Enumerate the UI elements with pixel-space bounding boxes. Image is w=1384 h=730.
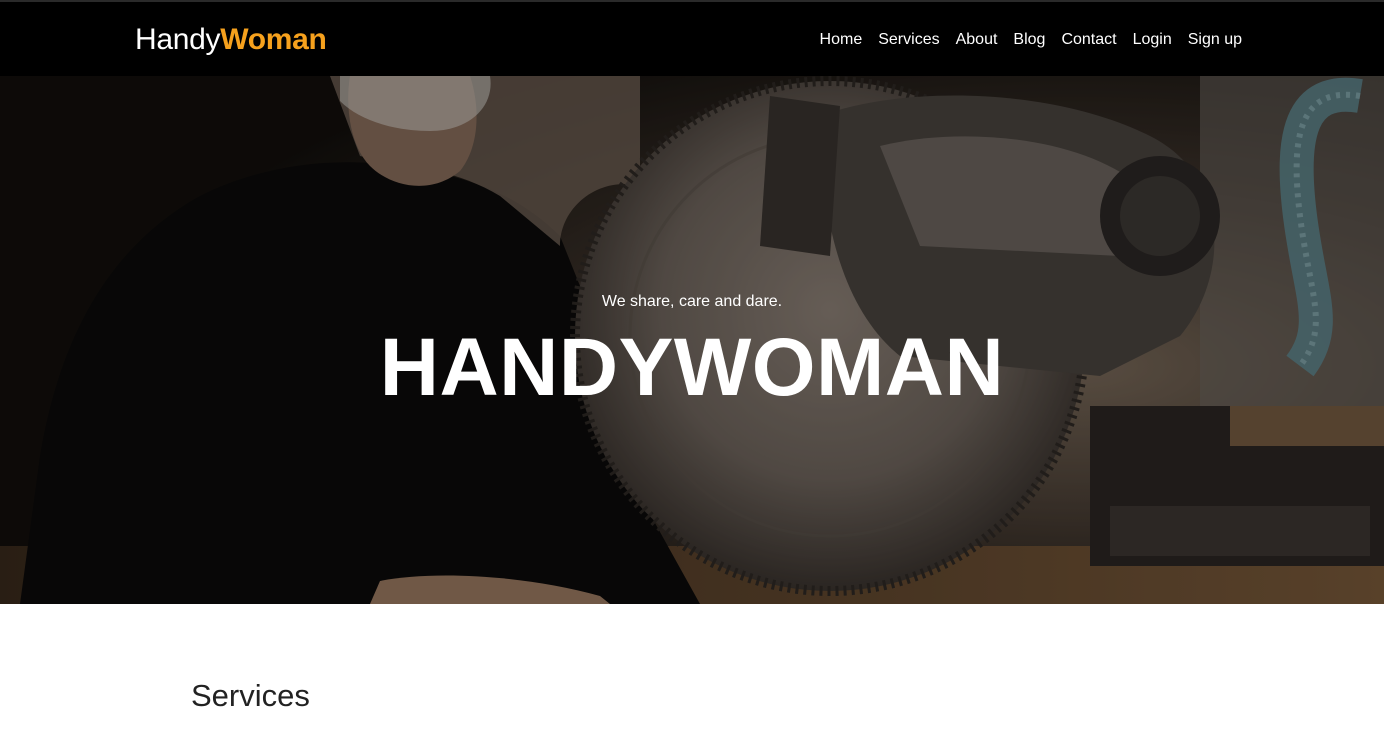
brand-logo-part1: Handy (135, 23, 221, 56)
nav-link-blog[interactable]: Blog (1013, 29, 1045, 51)
hero-title: HANDYWOMAN (379, 322, 1005, 413)
nav-link-home[interactable]: Home (820, 29, 863, 51)
brand-logo[interactable]: HandyWoman (135, 23, 327, 57)
services-heading: Services (191, 678, 310, 713)
nav-link-login[interactable]: Login (1133, 29, 1172, 51)
hero-banner: We share, care and dare. HANDYWOMAN (0, 76, 1384, 604)
main-nav: Home Services About Blog Contact Login S… (820, 29, 1242, 51)
nav-link-about[interactable]: About (956, 29, 998, 51)
nav-link-signup[interactable]: Sign up (1188, 29, 1242, 51)
brand-logo-part2: Woman (220, 23, 327, 56)
nav-link-contact[interactable]: Contact (1061, 29, 1116, 51)
hero-tagline: We share, care and dare. (601, 293, 783, 310)
navbar: HandyWoman Home Services About Blog Cont… (0, 0, 1384, 76)
nav-link-services[interactable]: Services (878, 29, 939, 51)
